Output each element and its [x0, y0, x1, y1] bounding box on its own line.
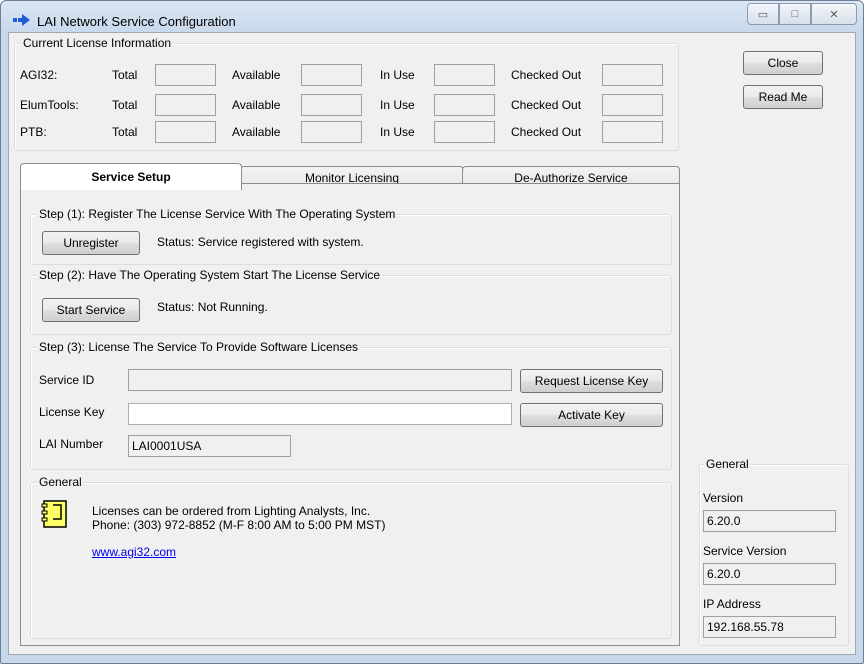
minimize-icon: ▭: [757, 8, 769, 21]
order-info-phone: Phone: (303) 972-8852 (M-F 8:00 AM to 5:…: [92, 518, 386, 532]
agi32-available-field: [301, 64, 362, 86]
step1-status: Status: Service registered with system.: [157, 235, 364, 249]
unregister-button[interactable]: Unregister: [42, 231, 140, 255]
total-label: Total: [112, 68, 138, 82]
checked-out-label: Checked Out: [511, 125, 582, 139]
license-key-label: License Key: [39, 405, 105, 419]
lai-number-field: LAI0001USA: [128, 435, 291, 457]
total-label: Total: [112, 125, 138, 139]
start-service-button[interactable]: Start Service: [42, 298, 140, 322]
maximize-button[interactable]: □: [779, 3, 811, 25]
total-label: Total: [112, 98, 138, 112]
step2-title: Step (2): Have The Operating System Star…: [37, 268, 383, 282]
close-icon: ✕: [829, 8, 839, 21]
row-label-ptb: PTB:: [20, 125, 47, 139]
elumtools-total-field: [155, 94, 216, 116]
close-window-button[interactable]: ✕: [811, 3, 857, 25]
agi32-total-field: [155, 64, 216, 86]
elumtools-available-field: [301, 94, 362, 116]
general-side-title: General: [704, 457, 751, 471]
ip-address-field: 192.168.55.78: [703, 616, 836, 638]
maximize-icon: □: [791, 8, 799, 20]
version-field: 6.20.0: [703, 510, 836, 532]
ptb-available-field: [301, 121, 362, 143]
phone-book-icon: [41, 500, 67, 528]
arrow-right-icon: [13, 14, 30, 26]
read-me-button[interactable]: Read Me: [743, 85, 823, 109]
app-window: LAI Network Service Configuration ▭ □ ✕ …: [0, 0, 864, 664]
service-version-label: Service Version: [703, 544, 787, 558]
group-title: Current License Information: [21, 36, 174, 50]
order-info-line1: Licenses can be ordered from Lighting An…: [92, 504, 371, 518]
available-label: Available: [232, 125, 281, 139]
in-use-label: In Use: [380, 125, 415, 139]
version-label: Version: [703, 491, 744, 505]
available-label: Available: [232, 68, 281, 82]
row-label-agi32: AGI32:: [20, 68, 58, 82]
agi32-in-use-field: [434, 64, 495, 86]
request-license-key-button[interactable]: Request License Key: [520, 369, 663, 393]
client-area: Current License Information AGI32: Total…: [8, 32, 856, 655]
in-use-label: In Use: [380, 68, 415, 82]
service-id-label: Service ID: [39, 373, 95, 387]
minimize-button[interactable]: ▭: [747, 3, 779, 25]
ip-address-label: IP Address: [703, 597, 761, 611]
activate-key-button[interactable]: Activate Key: [520, 403, 663, 427]
website-link[interactable]: www.agi32.com: [92, 545, 176, 559]
service-version-field: 6.20.0: [703, 563, 836, 585]
step3-title: Step (3): License The Service To Provide…: [37, 340, 361, 354]
ptb-total-field: [155, 121, 216, 143]
ptb-checked-out-field: [602, 121, 663, 143]
window-title: LAI Network Service Configuration: [37, 14, 236, 29]
available-label: Available: [232, 98, 281, 112]
checked-out-label: Checked Out: [511, 98, 582, 112]
checked-out-label: Checked Out: [511, 68, 582, 82]
elumtools-checked-out-field: [602, 94, 663, 116]
license-key-input[interactable]: [128, 403, 512, 425]
general-info-title: General: [37, 475, 84, 489]
step2-status: Status: Not Running.: [157, 300, 268, 314]
close-button[interactable]: Close: [743, 51, 823, 75]
step1-title: Step (1): Register The License Service W…: [37, 207, 398, 221]
lai-number-label: LAI Number: [39, 437, 104, 451]
in-use-label: In Use: [380, 98, 415, 112]
tab-service-setup[interactable]: Service Setup: [20, 163, 242, 190]
service-id-field: [128, 369, 512, 391]
service-setup-panel: Step (1): Register The License Service W…: [20, 183, 680, 646]
row-label-elumtools: ElumTools:: [20, 98, 79, 112]
ptb-in-use-field: [434, 121, 495, 143]
elumtools-in-use-field: [434, 94, 495, 116]
agi32-checked-out-field: [602, 64, 663, 86]
